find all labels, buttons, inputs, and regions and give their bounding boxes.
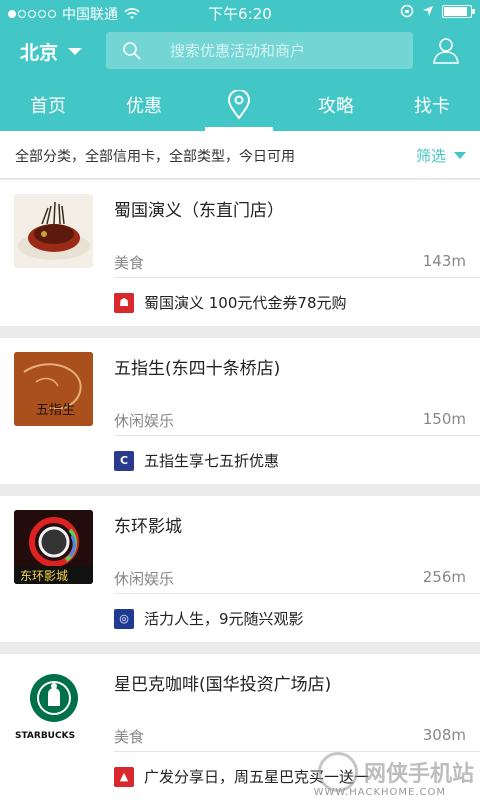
merchant-name: 东环影城 [114, 517, 182, 537]
top-bar: 北京 搜索优惠活动和商户 [0, 26, 480, 78]
merchant-thumbnail: STARBUCKS [14, 668, 93, 742]
merchant-name: 星巴克咖啡(国华投资广场店) [114, 675, 332, 695]
tab-label: 首页 [30, 95, 66, 117]
tab-guides[interactable]: 攻略 [288, 78, 384, 131]
merchant-distance: 308m [422, 726, 466, 744]
watermark-url: WWW.HACKHOME.COM [313, 787, 446, 798]
city-name: 北京 [20, 42, 59, 64]
merchant-distance: 150m [422, 410, 466, 428]
search-input[interactable]: 搜索优惠活动和商户 [106, 32, 413, 69]
location-arrow-icon [423, 6, 433, 16]
merchant-card[interactable]: 蜀国演义（东直门店） 美食 143m ☗ 蜀国演义 100元代金券78元购 [0, 180, 480, 326]
bank-of-beijing-icon: ☗ [114, 292, 134, 313]
watermark-logo-icon [317, 752, 358, 792]
merchant-category: 美食 [114, 728, 145, 746]
thumb-text: 东环影城 [20, 569, 68, 583]
tab-label: 找卡 [414, 95, 450, 117]
merchant-thumbnail: 五指生 [14, 352, 93, 426]
bank-card-icon: ◎ [114, 608, 134, 629]
app-header: 中国联通 下午6:20 北京 搜索优惠活动和商户 首页 优惠 攻略 找卡 [0, 0, 480, 131]
offer-text: 活力人生，9元随兴观影 [144, 610, 304, 628]
filter-button[interactable]: 筛选 [416, 145, 466, 166]
merchant-card[interactable]: 东环影城 东环影城 休闲娱乐 256m ◎ 活力人生，9元随兴观影 [0, 496, 480, 642]
battery-icon [442, 4, 475, 18]
merchant-distance: 143m [422, 252, 466, 270]
merchant-name: 蜀国演义（东直门店） [114, 201, 284, 221]
merchant-name: 五指生(东四十条桥店) [114, 359, 281, 379]
tab-label: 攻略 [318, 95, 354, 117]
main-tabs: 首页 优惠 攻略 找卡 [0, 78, 480, 131]
tab-find-card[interactable]: 找卡 [384, 78, 480, 131]
thumb-text: 五指生 [36, 403, 75, 418]
tab-deals[interactable]: 优惠 [96, 78, 192, 131]
offer-row[interactable]: C 五指生享七五折优惠 [114, 450, 279, 471]
filter-button-label: 筛选 [415, 147, 446, 165]
chevron-down-icon [454, 152, 466, 159]
search-icon [123, 41, 141, 60]
divider [114, 435, 480, 436]
chevron-down-icon [68, 48, 83, 55]
merchant-thumbnail: 东环影城 [14, 510, 93, 584]
divider [114, 593, 480, 594]
rotation-lock-icon [400, 4, 414, 18]
tab-label: 优惠 [126, 95, 162, 117]
filter-summary: 全部分类，全部信用卡，全部类型，今日可用 [15, 149, 295, 165]
merchant-category: 休闲娱乐 [114, 412, 175, 430]
merchant-card[interactable]: 五指生 五指生(东四十条桥店) 休闲娱乐 150m C 五指生享七五折优惠 [0, 338, 480, 484]
location-pin-icon [227, 89, 251, 120]
watermark-brand: 网侠手机站 [363, 762, 474, 787]
cmbc-icon: C [114, 450, 134, 471]
offer-row[interactable]: ☗ 蜀国演义 100元代金券78元购 [114, 292, 347, 313]
tab-nearby[interactable] [205, 78, 273, 131]
divider [114, 277, 480, 278]
filter-bar: 全部分类，全部信用卡，全部类型，今日可用 筛选 [0, 131, 480, 179]
offer-row[interactable]: ◎ 活力人生，9元随兴观影 [114, 608, 304, 629]
search-placeholder: 搜索优惠活动和商户 [170, 42, 306, 60]
watermark: 网侠手机站 [317, 752, 474, 792]
status-bar: 中国联通 下午6:20 [0, 0, 480, 26]
cgb-icon: ▲ [114, 766, 134, 787]
merchant-thumbnail [14, 194, 93, 268]
offer-text: 五指生享七五折优惠 [144, 452, 280, 470]
user-profile-icon[interactable] [432, 36, 460, 64]
city-selector[interactable]: 北京 [20, 38, 83, 65]
merchant-distance: 256m [422, 568, 466, 586]
tab-home[interactable]: 首页 [0, 78, 96, 131]
merchant-category: 美食 [114, 254, 145, 272]
offer-text: 蜀国演义 100元代金券78元购 [144, 294, 347, 312]
merchant-category: 休闲娱乐 [114, 570, 175, 588]
thumb-text: STARBUCKS [15, 731, 75, 741]
